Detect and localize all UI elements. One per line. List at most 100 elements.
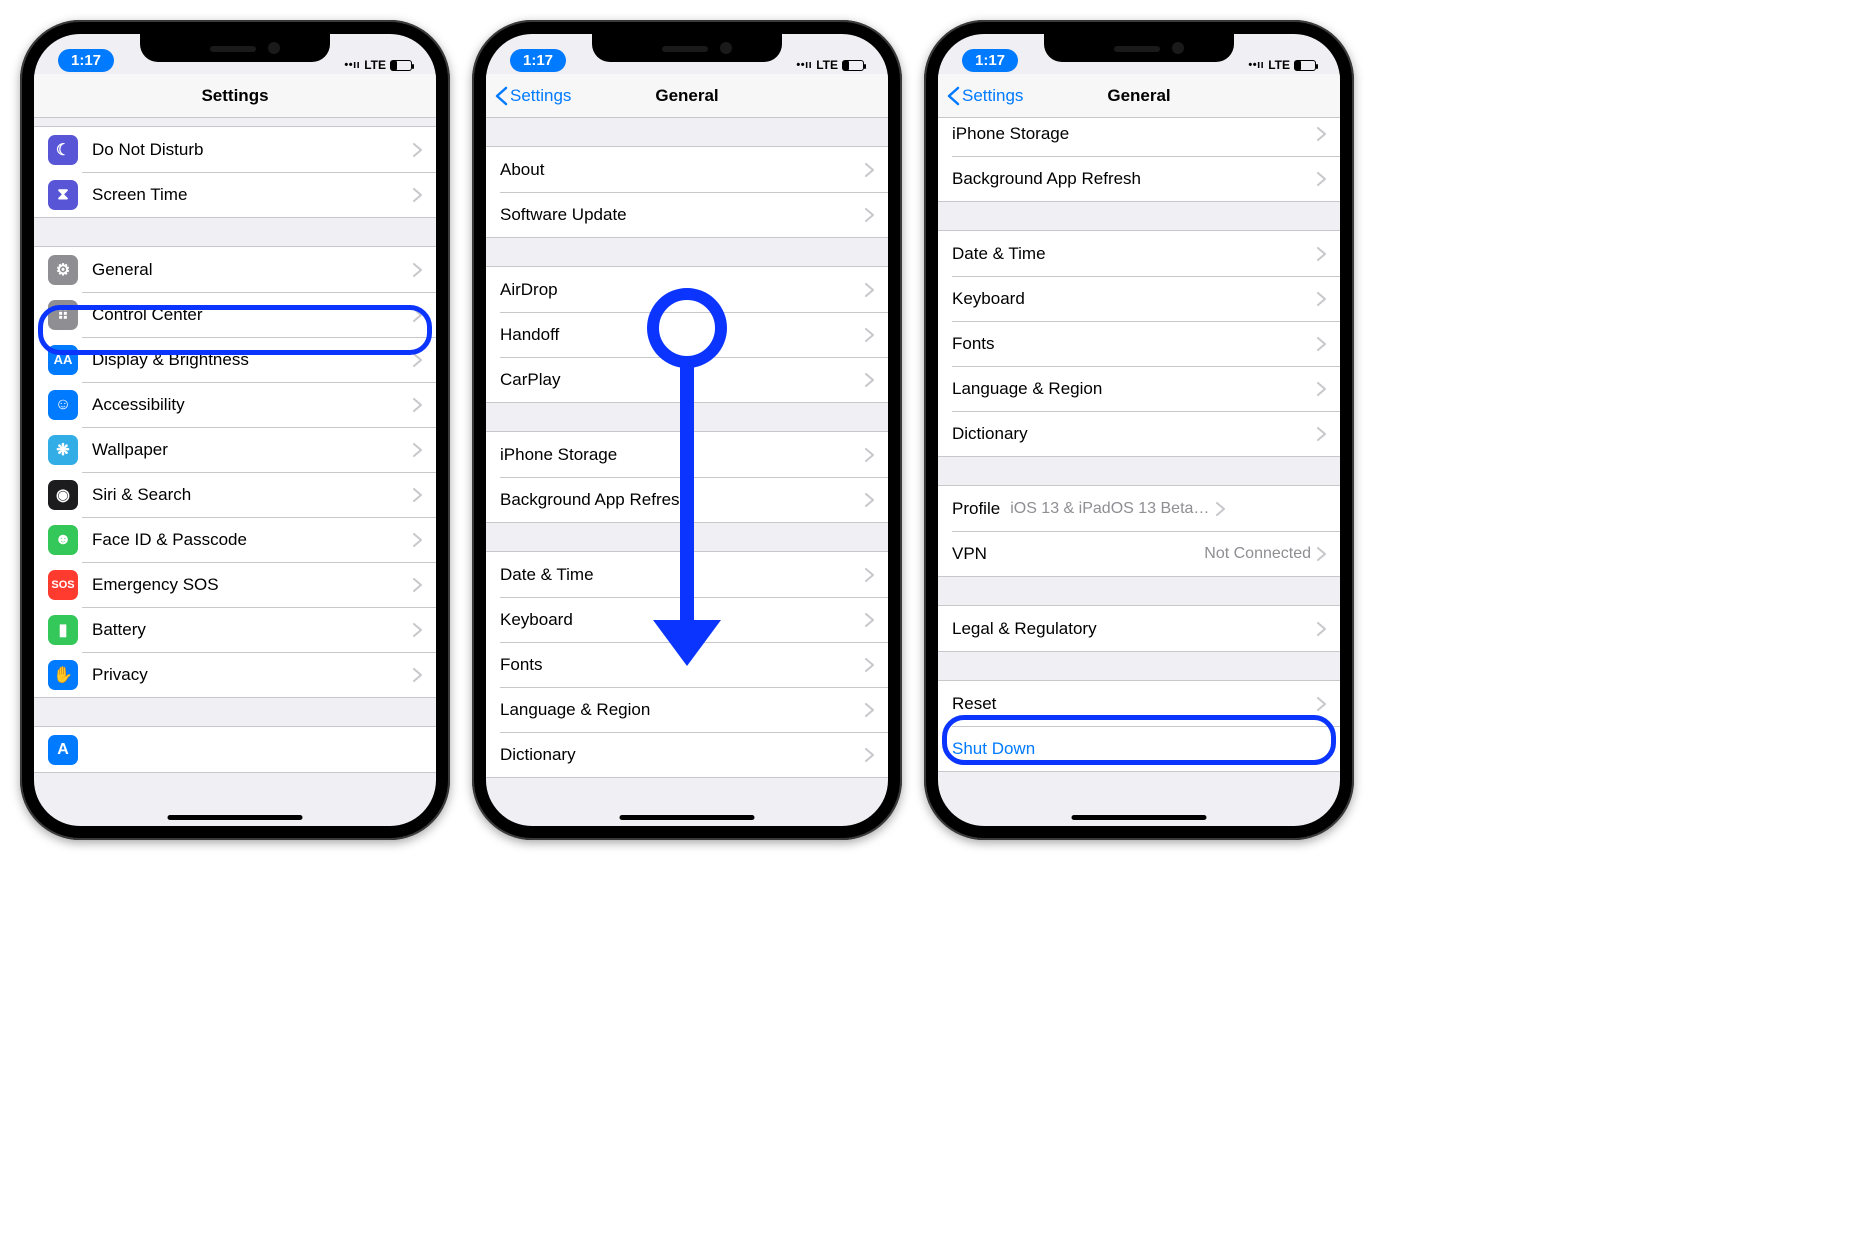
row-iphone-storage[interactable]: iPhone Storage	[938, 118, 1340, 156]
chevron-right-icon	[1317, 547, 1326, 561]
row-date-time[interactable]: Date & Time	[486, 552, 888, 597]
chevron-right-icon	[1317, 622, 1326, 636]
row-profile[interactable]: Profile iOS 13 & iPadOS 13 Beta Softwar.…	[938, 486, 1340, 531]
row-label: Background App Refresh	[952, 169, 1317, 189]
battery-icon	[842, 60, 864, 71]
gear-icon: ⚙	[48, 255, 78, 285]
row-shut-down[interactable]: Shut Down	[938, 726, 1340, 771]
row-siri-search[interactable]: ◉ Siri & Search	[34, 472, 436, 517]
row-background-app-refresh[interactable]: Background App Refresh	[938, 156, 1340, 201]
nav-back-button[interactable]: Settings	[494, 74, 571, 117]
nav-title: Settings	[201, 86, 268, 106]
row-battery[interactable]: ▮ Battery	[34, 607, 436, 652]
row-dictionary[interactable]: Dictionary	[938, 411, 1340, 456]
signal-icon: ••ıı	[796, 59, 812, 71]
row-wallpaper[interactable]: ❋ Wallpaper	[34, 427, 436, 472]
row-control-center[interactable]: ⠿ Control Center	[34, 292, 436, 337]
phone-general-top: 1:17 ••ıı LTE Settings General About	[472, 20, 902, 840]
chevron-right-icon	[865, 493, 874, 507]
chevron-right-icon	[413, 668, 422, 682]
row-label: Siri & Search	[92, 485, 413, 505]
row-language-region[interactable]: Language & Region	[938, 366, 1340, 411]
chevron-right-icon	[413, 308, 422, 322]
row-language-region[interactable]: Language & Region	[486, 687, 888, 732]
row-label: Software Update	[500, 205, 865, 225]
chevron-right-icon	[413, 263, 422, 277]
row-dictionary[interactable]: Dictionary	[486, 732, 888, 777]
chevron-right-icon	[865, 703, 874, 717]
row-emergency-sos[interactable]: SOS Emergency SOS	[34, 562, 436, 607]
row-label: Display & Brightness	[92, 350, 413, 370]
chevron-right-icon	[1317, 172, 1326, 186]
chevron-right-icon	[1317, 697, 1326, 711]
row-keyboard[interactable]: Keyboard	[938, 276, 1340, 321]
home-indicator[interactable]	[620, 815, 755, 820]
sliders-icon: ⠿	[48, 300, 78, 330]
notch	[1044, 34, 1234, 62]
row-screen-time[interactable]: ⧗ Screen Time	[34, 172, 436, 217]
row-airdrop[interactable]: AirDrop	[486, 267, 888, 312]
chevron-right-icon	[865, 328, 874, 342]
row-label: Screen Time	[92, 185, 413, 205]
row-background-app-refresh[interactable]: Background App Refresh	[486, 477, 888, 522]
row-keyboard[interactable]: Keyboard	[486, 597, 888, 642]
chevron-right-icon	[413, 488, 422, 502]
chevron-right-icon	[1216, 502, 1225, 516]
carrier-label: LTE	[1268, 58, 1290, 72]
chevron-right-icon	[1317, 127, 1326, 141]
moon-icon: ☾	[48, 135, 78, 165]
siri-icon: ◉	[48, 480, 78, 510]
row-label: AirDrop	[500, 280, 865, 300]
phone-settings: 1:17 ••ıı LTE Settings ☾ Do Not Disturb	[20, 20, 450, 840]
row-label: VPN	[952, 544, 1204, 564]
row-carplay[interactable]: CarPlay	[486, 357, 888, 402]
nav-back-button[interactable]: Settings	[946, 74, 1023, 117]
row-label: Dictionary	[500, 745, 865, 765]
notch	[140, 34, 330, 62]
chevron-right-icon	[413, 353, 422, 367]
signal-icon: ••ıı	[344, 59, 360, 71]
row-label: Language & Region	[952, 379, 1317, 399]
status-time: 1:17	[58, 49, 114, 72]
row-label: Emergency SOS	[92, 575, 413, 595]
nav-bar: Settings General	[486, 74, 888, 118]
row-partial[interactable]: A	[34, 727, 436, 772]
chevron-right-icon	[413, 533, 422, 547]
row-privacy[interactable]: ✋ Privacy	[34, 652, 436, 697]
nav-title: General	[1107, 86, 1170, 106]
row-software-update[interactable]: Software Update	[486, 192, 888, 237]
home-indicator[interactable]	[168, 815, 303, 820]
chevron-right-icon	[413, 398, 422, 412]
row-display-brightness[interactable]: AA Display & Brightness	[34, 337, 436, 382]
chevron-right-icon	[1317, 427, 1326, 441]
chevron-right-icon	[865, 163, 874, 177]
row-vpn[interactable]: VPN Not Connected	[938, 531, 1340, 576]
status-time: 1:17	[510, 49, 566, 72]
chevron-right-icon	[865, 373, 874, 387]
battery-icon	[390, 60, 412, 71]
row-legal-regulatory[interactable]: Legal & Regulatory	[938, 606, 1340, 651]
hourglass-icon: ⧗	[48, 180, 78, 210]
row-label: Battery	[92, 620, 413, 640]
row-label: Privacy	[92, 665, 413, 685]
hand-icon: ✋	[48, 660, 78, 690]
row-about[interactable]: About	[486, 147, 888, 192]
row-do-not-disturb[interactable]: ☾ Do Not Disturb	[34, 127, 436, 172]
row-date-time[interactable]: Date & Time	[938, 231, 1340, 276]
nav-back-label: Settings	[962, 86, 1023, 106]
row-face-id-passcode[interactable]: ☻ Face ID & Passcode	[34, 517, 436, 562]
row-accessibility[interactable]: ☺ Accessibility	[34, 382, 436, 427]
row-label: Legal & Regulatory	[952, 619, 1317, 639]
row-fonts[interactable]: Fonts	[938, 321, 1340, 366]
row-fonts[interactable]: Fonts	[486, 642, 888, 687]
battery-icon: ▮	[48, 615, 78, 645]
row-iphone-storage[interactable]: iPhone Storage	[486, 432, 888, 477]
chevron-right-icon	[865, 283, 874, 297]
row-general[interactable]: ⚙ General	[34, 247, 436, 292]
chevron-right-icon	[865, 448, 874, 462]
row-handoff[interactable]: Handoff	[486, 312, 888, 357]
sos-icon: SOS	[48, 570, 78, 600]
chevron-right-icon	[1317, 337, 1326, 351]
row-reset[interactable]: Reset	[938, 681, 1340, 726]
home-indicator[interactable]	[1072, 815, 1207, 820]
